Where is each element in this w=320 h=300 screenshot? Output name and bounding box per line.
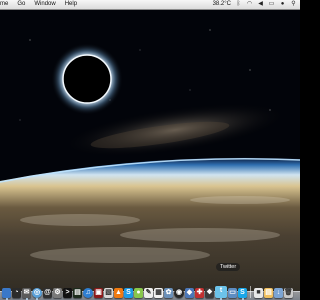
menu-bar: me Go Window Help 38.2°C ᛒ ◠ ◀ ▭ ● ⚲ [0,0,300,10]
monitor-glyph: ▭ [229,289,236,296]
app-icon[interactable]: ◆ [185,288,194,298]
photo-booth-icon[interactable]: ▣ [94,288,103,298]
trash-icon[interactable]: 🗑 [284,288,293,298]
adium-icon[interactable]: ● [134,288,143,298]
downloads-icon[interactable]: ↓ [274,288,283,298]
system-preferences-icon[interactable]: ⚙ [53,288,62,298]
address-book-glyph: @ [44,289,51,296]
app-glyph: ❖ [206,289,213,296]
app-icon[interactable]: ❖ [205,288,214,298]
documents-glyph: ▤ [265,289,272,296]
activity-monitor-icon[interactable]: ▤ [73,288,82,298]
mail-icon[interactable]: ✉ [22,288,31,300]
dashboard-glyph: ◔ [14,289,19,296]
menu-bar-left: me Go Window Help [0,0,77,9]
preview-glyph: ▧ [105,289,112,296]
iphoto-glyph: ✿ [165,289,172,296]
desktop: me Go Window Help 38.2°C ᛒ ◠ ◀ ▭ ● ⚲ Twi… [0,0,300,300]
menu-item-window[interactable]: Window [34,0,55,9]
app-icon[interactable]: ✚ [195,288,204,298]
calendar-glyph: ▦ [155,289,162,296]
app-glyph: ◆ [186,289,193,296]
twitter-glyph: t [219,287,223,294]
spotlight-icon[interactable]: ⚲ [290,1,297,8]
itunes-glyph: ♫ [85,289,91,296]
vlc-glyph: ▲ [115,289,122,296]
app-glyph: ✚ [196,289,203,296]
user-icon[interactable]: ● [279,1,286,8]
twitter-icon[interactable]: t [215,286,227,300]
skype-glyph: S [240,289,245,296]
menu-item-go[interactable]: Go [17,0,25,9]
bluetooth-icon[interactable]: ᛒ [235,1,242,8]
dock-tooltip: Twitter [216,263,241,271]
aperture-glyph: ◉ [175,289,183,296]
activity-monitor-glyph: ▤ [74,289,81,296]
trash-glyph: 🗑 [284,289,293,296]
adium-glyph: ● [136,289,141,296]
battery-icon[interactable]: ▭ [268,1,275,8]
menu-item-help[interactable]: Help [65,0,77,9]
address-book-icon[interactable]: @ [43,288,52,298]
wifi-icon[interactable]: ◠ [246,1,253,8]
documents-icon[interactable]: ▤ [264,288,273,298]
safari-icon[interactable]: ◎ [32,288,42,300]
dashboard-icon[interactable]: ◔ [12,288,21,298]
safari-glyph: ◎ [33,289,41,296]
skype-glyph: S [126,289,131,296]
itunes-icon[interactable]: ♫ [83,288,93,298]
iphoto-icon[interactable]: ✿ [164,288,173,298]
folder-icon[interactable]: ■ [254,288,263,298]
monitor-icon[interactable]: ▭ [228,288,237,298]
dock-separator [250,286,251,298]
skype-icon[interactable]: S [124,288,133,298]
mail-glyph: ✉ [23,289,30,296]
temperature-readout[interactable]: 38.2°C [213,0,231,9]
terminal-icon[interactable]: > [63,288,72,298]
textedit-glyph: ✎ [145,289,152,296]
volume-icon[interactable]: ◀ [257,1,264,8]
folder-glyph: ■ [256,289,261,296]
menu-item-finder[interactable]: me [0,0,8,9]
preview-icon[interactable]: ▧ [104,288,113,298]
vlc-icon[interactable]: ▲ [114,288,123,298]
finder-glyph [2,288,11,298]
desktop-wallpaper [0,0,300,300]
textedit-icon[interactable]: ✎ [144,288,153,298]
menu-bar-status: 38.2°C ᛒ ◠ ◀ ▭ ● ⚲ [213,0,300,9]
aperture-icon[interactable]: ◉ [174,288,184,298]
terminal-glyph: > [65,289,70,296]
finder-icon[interactable] [2,288,11,300]
downloads-glyph: ↓ [276,289,281,296]
system-preferences-glyph: ⚙ [54,289,61,296]
dock-icons: ◔ ✉ ◎ @ ⚙ > ▤ ♫ ▣ ▧ ▲ S ● ✎ ▦ ✿ ◉ ◆ ✚ ❖ t ▭ S ■ ▤ ↓ 🗑 [2,286,293,300]
skype-icon[interactable]: S [238,288,247,300]
dock: ◔ ✉ ◎ @ ⚙ > ▤ ♫ ▣ ▧ ▲ S ● ✎ ▦ ✿ ◉ ◆ ✚ ❖ t ▭ S ■ ▤ ↓ 🗑 [0,280,300,300]
photo-booth-glyph: ▣ [95,289,102,296]
calendar-icon[interactable]: ▦ [154,288,163,298]
